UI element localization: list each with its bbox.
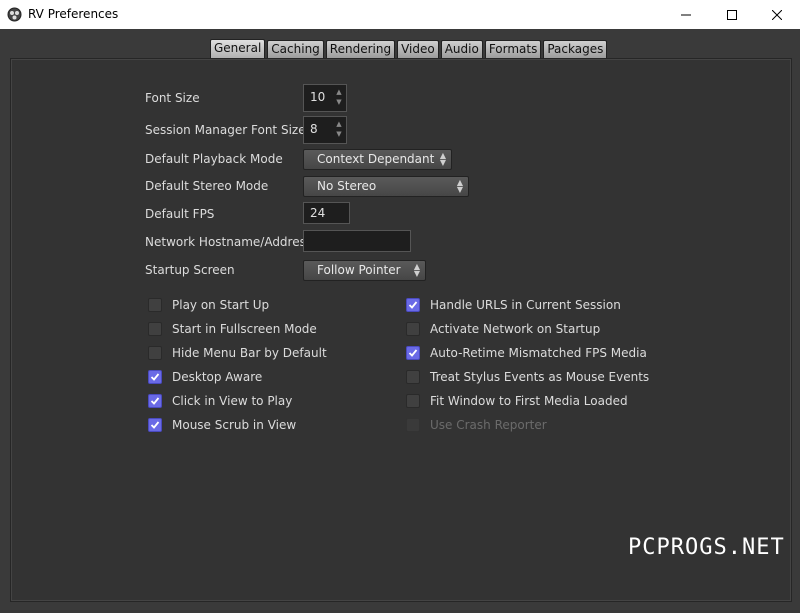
checkbox-box[interactable] [148, 418, 162, 432]
minimize-button[interactable] [663, 0, 709, 29]
stereo-mode-value: No Stereo [317, 179, 377, 193]
updown-arrow-icon: ▲ ▼ [439, 151, 446, 167]
tab-formats[interactable]: Formats [484, 40, 542, 58]
tab-packages[interactable]: Packages [543, 40, 608, 58]
startup-screen-value: Follow Pointer [317, 263, 401, 277]
checkmark-icon [408, 349, 418, 357]
tab-audio[interactable]: Audio [440, 40, 483, 58]
network-label: Network Hostname/Address [145, 235, 313, 249]
crash-reporter-checkbox: Use Crash Reporter [406, 418, 547, 432]
spin-arrows-icon[interactable]: ▲ ▼ [334, 119, 344, 141]
checkbox-label: Handle URLS in Current Session [430, 298, 621, 312]
font-size-label: Font Size [145, 91, 200, 105]
tab-caching[interactable]: Caching [267, 40, 324, 58]
desktop-aware-checkbox[interactable]: Desktop Aware [148, 370, 262, 384]
checkbox-box[interactable] [148, 298, 162, 312]
startup-screen-label: Startup Screen [145, 263, 235, 277]
session-font-size-spinbox[interactable]: 8 ▲ ▼ [303, 116, 347, 144]
maximize-button[interactable] [709, 0, 755, 29]
minimize-icon [681, 14, 691, 15]
close-icon [772, 9, 782, 20]
checkbox-label: Activate Network on Startup [430, 322, 601, 336]
fullscreen-mode-checkbox[interactable]: Start in Fullscreen Mode [148, 322, 317, 336]
close-button[interactable] [754, 0, 800, 29]
checkbox-box [406, 418, 420, 432]
checkbox-box[interactable] [406, 322, 420, 336]
checkbox-label: Fit Window to First Media Loaded [430, 394, 628, 408]
playback-mode-label: Default Playback Mode [145, 152, 283, 166]
playback-mode-combo[interactable]: Context Dependant ▲ ▼ [303, 149, 452, 170]
hide-menu-bar-checkbox[interactable]: Hide Menu Bar by Default [148, 346, 327, 360]
preferences-body: General Caching Rendering Video Audio Fo… [0, 29, 800, 613]
checkbox-label: Mouse Scrub in View [172, 418, 297, 432]
checkbox-label: Hide Menu Bar by Default [172, 346, 327, 360]
checkmark-icon [150, 421, 160, 429]
mouse-scrub-checkbox[interactable]: Mouse Scrub in View [148, 418, 296, 432]
updown-arrow-icon: ▲ ▼ [456, 178, 463, 194]
spin-arrows-icon[interactable]: ▲ ▼ [334, 87, 344, 109]
fps-input[interactable]: 24 [303, 202, 350, 224]
checkmark-icon [150, 373, 160, 381]
window-title: RV Preferences [28, 7, 119, 21]
checkbox-box[interactable] [406, 298, 420, 312]
network-input[interactable] [303, 230, 411, 252]
checkbox-box[interactable] [406, 394, 420, 408]
tab-rendering[interactable]: Rendering [325, 40, 396, 58]
checkbox-label: Start in Fullscreen Mode [172, 322, 317, 336]
checkmark-icon [408, 301, 418, 309]
fps-value: 24 [310, 206, 326, 220]
checkbox-label: Use Crash Reporter [430, 418, 547, 432]
checkbox-box[interactable] [406, 370, 420, 384]
checkbox-label: Desktop Aware [172, 370, 263, 384]
checkbox-box[interactable] [148, 370, 162, 384]
rv-app-icon [7, 7, 22, 22]
checkbox-box[interactable] [148, 394, 162, 408]
stylus-events-checkbox[interactable]: Treat Stylus Events as Mouse Events [406, 370, 649, 384]
startup-screen-combo[interactable]: Follow Pointer ▲ ▼ [303, 260, 426, 281]
tab-video[interactable]: Video [397, 40, 439, 58]
fps-label: Default FPS [145, 207, 215, 221]
font-size-spinbox[interactable]: 10 ▲ ▼ [303, 84, 347, 112]
tab-bar: General Caching Rendering Video Audio Fo… [210, 39, 609, 58]
click-to-play-checkbox[interactable]: Click in View to Play [148, 394, 292, 408]
maximize-icon [727, 9, 737, 20]
title-bar: RV Preferences [0, 0, 800, 29]
watermark: PCPROGS.NET [628, 535, 785, 560]
auto-retime-checkbox[interactable]: Auto-Retime Mismatched FPS Media [406, 346, 647, 360]
checkbox-box[interactable] [148, 346, 162, 360]
checkbox-label: Click in View to Play [172, 394, 293, 408]
checkbox-box[interactable] [406, 346, 420, 360]
font-size-value: 10 [310, 90, 326, 104]
checkmark-icon [150, 397, 160, 405]
checkbox-box[interactable] [148, 322, 162, 336]
play-on-start-checkbox[interactable]: Play on Start Up [148, 298, 269, 312]
checkbox-label: Play on Start Up [172, 298, 270, 312]
stereo-mode-label: Default Stereo Mode [145, 179, 269, 193]
checkbox-label: Auto-Retime Mismatched FPS Media [430, 346, 647, 360]
stereo-mode-combo[interactable]: No Stereo ▲ ▼ [303, 176, 469, 197]
fit-window-checkbox[interactable]: Fit Window to First Media Loaded [406, 394, 628, 408]
general-panel: Font Size 10 ▲ ▼ Session Manager Font Siz… [10, 58, 792, 602]
activate-network-checkbox[interactable]: Activate Network on Startup [406, 322, 600, 336]
session-font-size-label: Session Manager Font Size [145, 123, 306, 137]
handle-urls-checkbox[interactable]: Handle URLS in Current Session [406, 298, 621, 312]
checkbox-label: Treat Stylus Events as Mouse Events [430, 370, 650, 384]
playback-mode-value: Context Dependant [317, 152, 435, 166]
updown-arrow-icon: ▲ ▼ [413, 262, 420, 278]
session-font-size-value: 8 [310, 122, 318, 136]
tab-general[interactable]: General [210, 39, 266, 58]
